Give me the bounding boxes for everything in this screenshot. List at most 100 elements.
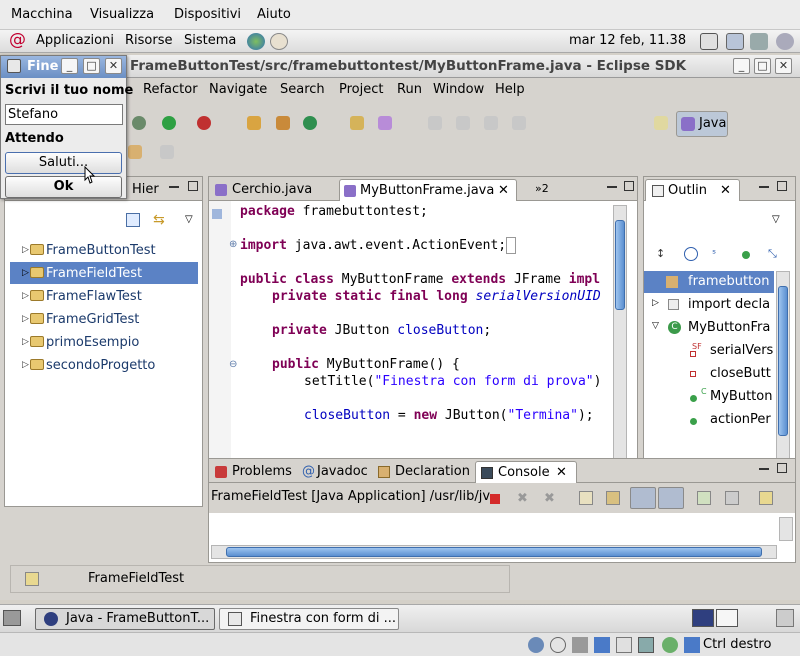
outline-item-closebutton[interactable]: closeButt [644, 363, 774, 385]
minimize-view-icon[interactable] [169, 186, 179, 188]
code-area[interactable]: package framebuttontest; import java.awt… [232, 201, 612, 481]
maximize-editor-icon[interactable] [624, 181, 634, 191]
block-icon[interactable] [484, 116, 498, 130]
hide-static-icon[interactable]: ˢ [712, 247, 726, 261]
search-icon[interactable] [700, 33, 718, 50]
forward-icon[interactable] [160, 145, 174, 159]
volume-icon[interactable] [750, 33, 768, 50]
remove-all-icon[interactable]: ✖ [544, 491, 555, 506]
maximize-view-icon[interactable] [188, 181, 198, 191]
outline-item-package[interactable]: framebutton [644, 271, 774, 293]
outline-item-serial[interactable]: SF serialVers [644, 340, 774, 362]
java-perspective-button[interactable]: Java [676, 111, 728, 137]
workspace-switcher-2[interactable] [716, 609, 738, 627]
name-input[interactable]: Stefano [5, 104, 123, 125]
menu-applicazioni[interactable]: Applicazioni [36, 33, 114, 48]
open-perspective-icon[interactable] [654, 116, 668, 130]
project-tree-item[interactable]: ▷ primoEsempio [10, 331, 198, 353]
project-tree-item[interactable]: ▷ FrameButtonTest [10, 239, 198, 261]
console-hscrollbar[interactable] [211, 545, 777, 559]
workspace-switcher[interactable] [692, 609, 714, 627]
show-desktop-icon[interactable] [3, 610, 21, 626]
editor-vscroll-thumb[interactable] [615, 220, 625, 310]
menu-project[interactable]: Project [339, 82, 383, 97]
ok-button[interactable]: Ok [5, 176, 122, 198]
close-tab-icon[interactable]: ✕ [720, 183, 731, 198]
dialog-maximize-button[interactable]: □ [83, 58, 100, 74]
saluti-button[interactable]: Saluti... [5, 152, 122, 174]
maximize-console-icon[interactable] [777, 463, 787, 473]
vbox-menu-visualizza[interactable]: Visualizza [90, 7, 154, 22]
menu-navigate[interactable]: Navigate [209, 82, 267, 97]
trash-icon[interactable] [776, 609, 794, 627]
hide-local-types-icon[interactable]: ⤡ [768, 247, 782, 261]
outline-item-imports[interactable]: ▷ import decla [644, 294, 774, 316]
hard-disk-icon[interactable] [528, 637, 544, 653]
network-adapter-icon[interactable] [594, 637, 610, 653]
link-editor-icon[interactable]: ⇆ [153, 213, 167, 227]
vbox-menu-dispositivi[interactable]: Dispositivi [174, 7, 241, 22]
vbox-menu-aiuto[interactable]: Aiuto [257, 7, 291, 22]
dialog-minimize-button[interactable]: _ [61, 58, 78, 74]
back-icon[interactable] [128, 145, 142, 159]
show-console-stdout-button[interactable] [630, 487, 656, 509]
terminate-icon[interactable] [490, 494, 500, 504]
debian-logo-icon[interactable]: @ [9, 31, 26, 50]
menu-search[interactable]: Search [280, 82, 325, 97]
tab-javadoc[interactable]: @ Javadoc [297, 461, 374, 483]
mail-icon[interactable] [270, 33, 288, 50]
clear-console-icon[interactable] [579, 491, 593, 505]
external-tools-icon[interactable] [197, 116, 211, 130]
outline-item-actionperformed[interactable]: actionPer [644, 409, 774, 431]
outline-item-constructor[interactable]: C MyButton [644, 386, 774, 408]
shared-folders-icon[interactable] [616, 637, 632, 653]
view-menu-icon[interactable]: ▽ [772, 214, 780, 225]
expand-arrow-icon[interactable]: ▷ [22, 268, 29, 278]
project-tree-item[interactable]: ▷ FrameFieldTest [10, 262, 198, 284]
usb-icon[interactable] [572, 637, 588, 653]
new-class-icon[interactable] [303, 116, 317, 130]
menu-window[interactable]: Window [433, 82, 484, 97]
remove-launch-icon[interactable]: ✖ [517, 491, 528, 506]
menu-help[interactable]: Help [495, 82, 525, 97]
outline-item-class[interactable]: ▽ C MyButtonFra [644, 317, 774, 339]
menu-risorse[interactable]: Risorse [125, 33, 173, 48]
tab-mybuttonframe[interactable]: MyButtonFrame.java ✕ [339, 179, 517, 201]
console-hscroll-thumb[interactable] [226, 547, 762, 557]
display-console-icon[interactable] [725, 491, 739, 505]
close-button[interactable]: ✕ [775, 58, 792, 74]
run-icon[interactable] [162, 116, 176, 130]
scroll-lock-icon[interactable] [606, 491, 620, 505]
task-swing-window[interactable]: Finestra con form di ... [219, 608, 399, 630]
annotation-icon[interactable] [428, 116, 442, 130]
minimize-button[interactable]: _ [733, 58, 750, 74]
tab-hierarchy[interactable]: Hier [126, 179, 165, 201]
outline-vscroll-thumb[interactable] [778, 286, 788, 436]
open-console-icon[interactable] [759, 491, 773, 505]
expand-arrow-icon[interactable]: ▷ [22, 314, 29, 324]
cd-icon[interactable] [550, 637, 566, 653]
sort-icon[interactable]: ↕ [656, 247, 670, 261]
hide-fields-icon[interactable] [684, 247, 698, 261]
close-tab-icon[interactable]: ✕ [556, 465, 567, 480]
debug-icon[interactable] [132, 116, 146, 130]
tab-problems[interactable]: Problems [210, 461, 298, 483]
menu-sistema[interactable]: Sistema [184, 33, 236, 48]
minimize-console-icon[interactable] [759, 468, 769, 470]
view-menu-icon[interactable]: ▽ [185, 214, 193, 225]
dialog-close-button[interactable]: ✕ [105, 58, 122, 74]
expand-arrow-icon[interactable]: ▷ [22, 337, 29, 347]
new-package-icon[interactable] [276, 116, 290, 130]
hide-nonpublic-icon[interactable] [742, 251, 750, 259]
tab-outline[interactable]: Outlin ✕ [645, 179, 740, 201]
console-vscrollbar[interactable] [779, 517, 793, 541]
expand-arrow-icon[interactable]: ▷ [22, 360, 29, 370]
collapse-all-icon[interactable] [126, 213, 140, 227]
open-type-icon[interactable] [350, 116, 364, 130]
mark-icon[interactable] [456, 116, 470, 130]
vbox-menu-macchina[interactable]: Macchina [11, 7, 73, 22]
pin-console-icon[interactable] [697, 491, 711, 505]
menu-run[interactable]: Run [397, 82, 422, 97]
network-icon[interactable] [726, 33, 744, 50]
tab-declaration[interactable]: Declaration [373, 461, 476, 483]
